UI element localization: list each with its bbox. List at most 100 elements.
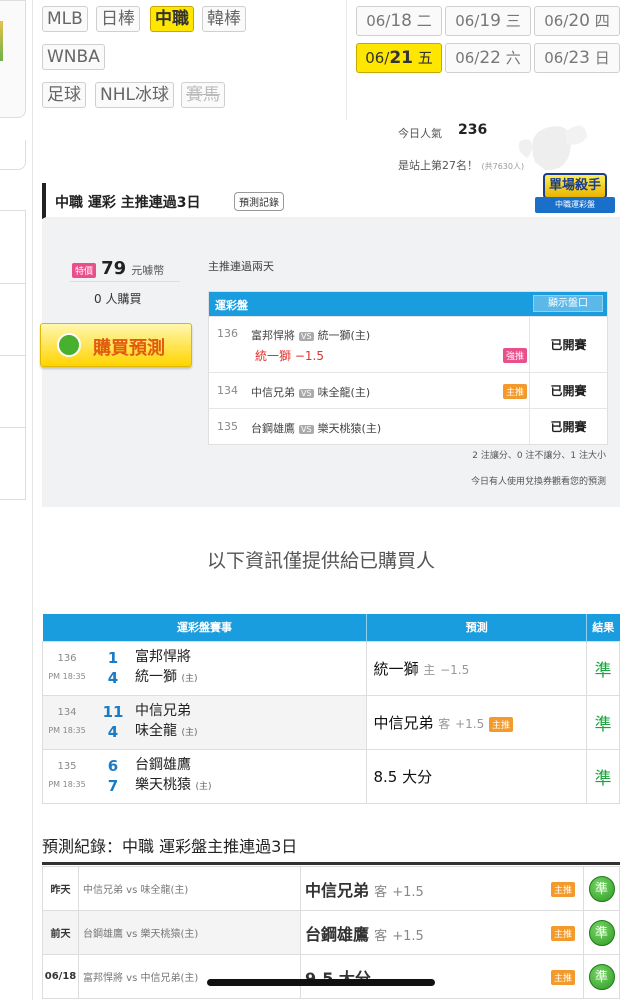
league-wnba[interactable]: WNBA: [42, 44, 105, 70]
results-row[interactable]: 134 PM 18:35 11 4 中信兄弟 味全龍 (主) 中信兄弟 客 +1.5 …: [41, 694, 620, 750]
history-result: 準: [583, 866, 620, 911]
home-team: 樂天桃猿: [135, 777, 191, 793]
price-unit: 元噱幣: [131, 264, 165, 277]
home-indicator[interactable]: [207, 979, 435, 986]
history-date: 昨天: [42, 866, 79, 911]
record-button[interactable]: 預測記錄: [234, 192, 284, 211]
odds-row[interactable]: 134 中信兄弟 VS 味全龍(主) 主推 已開賽: [209, 372, 607, 408]
results-row[interactable]: 136 PM 18:35 1 4 富邦悍將 統一獅 (主) 統一獅 主 −1.5 準: [41, 640, 620, 696]
ribbon-title: 單場殺手: [543, 173, 607, 199]
history-row[interactable]: 06/18 富邦悍將 vs 中信兄弟(主) 9.5 大分 主推 準: [42, 954, 620, 999]
popularity-label: 今日人氣: [398, 127, 442, 140]
sidebar-divider: [0, 427, 26, 428]
history-pick: 9.5 大分 主推: [300, 954, 584, 999]
pick-cell: 中信兄弟 客 +1.5 主推: [366, 694, 588, 750]
date-tab[interactable]: 06/18 二: [356, 6, 442, 36]
coin-icon: [57, 333, 81, 357]
buy-button-label: 購買預測: [93, 338, 165, 359]
game-status: 已開賽: [529, 373, 607, 408]
history-divider: [42, 862, 620, 865]
mascot-decoration: [518, 125, 587, 171]
date-month: 06/: [365, 49, 390, 67]
popularity-value: 236: [458, 122, 488, 138]
date-weekday: 五: [417, 49, 433, 67]
date-day: 19: [479, 11, 501, 31]
away-team: 中信兄弟: [135, 703, 191, 719]
match-cell: 134 PM 18:35 11 4 中信兄弟 味全龍 (主): [41, 694, 368, 750]
date-weekday: 日: [594, 49, 610, 67]
away-score: 6: [107, 757, 119, 775]
correct-icon: 準: [588, 963, 615, 990]
date-tab[interactable]: 06/19 三: [445, 6, 531, 36]
expert-panel: 中職 運彩 主推連過3日 預測記錄 單場殺手 中職運彩盤 特價 79 元噱幣 0…: [40, 173, 620, 507]
pick-side: 主: [423, 662, 436, 677]
show-odds-button[interactable]: 顯示盤口: [533, 295, 603, 312]
game-id: 136: [57, 653, 77, 664]
game-time: PM 18:35: [48, 726, 86, 735]
col-match: 運彩盤賽事: [42, 614, 368, 641]
game-pick: 統一獅 −1.5: [255, 349, 324, 363]
away-team: 富邦悍將: [135, 649, 191, 665]
history-result: 準: [583, 910, 620, 955]
history-match: 富邦悍將 vs 中信兄弟(主): [78, 954, 301, 999]
main-pick-badge: 主推: [550, 970, 575, 985]
history-row[interactable]: 前天 台鋼雄鷹 vs 樂天桃猿(主) 台鋼雄鷹 客 +1.5 主推 準: [42, 910, 620, 955]
home-team: 味全龍: [135, 723, 177, 739]
league-cpbl[interactable]: 中職: [150, 6, 194, 32]
voucher-notice: 今日有人使用兌換券觀看您的預測: [470, 477, 606, 487]
date-day: 20: [568, 11, 590, 31]
history-result: 準: [583, 954, 620, 999]
history-date: 06/18: [42, 954, 79, 999]
ribbon-subtitle: 中職運彩盤: [535, 197, 615, 213]
history-title: 預測紀錄：中職 運彩盤主推連過3日: [42, 837, 298, 856]
date-month: 06/: [366, 12, 391, 30]
pick-team: 台鋼雄鷹: [305, 924, 370, 944]
odds-table: 運彩盤 顯示盤口 136 富邦悍將 VS 統一獅(主) 統一獅 −1.5 強推 已開…: [208, 291, 608, 445]
history-match: 台鋼雄鷹 vs 樂天桃猿(主): [78, 910, 301, 955]
results-row[interactable]: 135 PM 18:35 6 7 台鋼雄鷹 樂天桃猿 (主) 8.5 大分 準: [41, 748, 620, 804]
pick-team: 8.5 大分: [373, 767, 433, 786]
game-id: 134: [57, 707, 77, 718]
sidebar-divider: [0, 283, 26, 284]
league-mlb[interactable]: MLB: [42, 6, 88, 32]
buy-prediction-button[interactable]: 購買預測: [40, 323, 192, 367]
date-tab[interactable]: 06/22 六: [445, 43, 531, 73]
date-tab[interactable]: 06/20 四: [534, 6, 620, 36]
pick-cell: 統一獅 主 −1.5: [366, 640, 588, 696]
history-row[interactable]: 昨天 中信兄弟 vs 味全龍(主) 中信兄弟 客 +1.5 主推 準: [42, 866, 620, 911]
game-teams: 中信兄弟 VS 味全龍(主): [251, 384, 370, 400]
odds-row[interactable]: 135 台鋼雄鷹 VS 樂天桃猿(主) 已開賽: [209, 408, 607, 444]
pick-line: +1.5: [455, 716, 485, 731]
buyers-only-notice: 以下資訊僅提供給已購買人: [206, 550, 435, 572]
date-tab-active[interactable]: 06/21 五: [356, 43, 442, 73]
buyers-count: 0 人購買: [94, 292, 142, 306]
league-nhl[interactable]: NHL冰球: [95, 82, 174, 108]
game-id: 135: [217, 420, 238, 433]
date-tab[interactable]: 06/23 日: [534, 43, 620, 73]
main-pick-badge: 主推: [503, 384, 528, 399]
date-month: 06/: [455, 12, 480, 30]
league-npb[interactable]: 日棒: [96, 6, 140, 32]
col-pick: 預測: [366, 614, 588, 641]
strong-pick-badge: 強推: [503, 348, 528, 363]
home-team: 味全龍(主): [317, 386, 371, 399]
sidebar-panel[interactable]: [0, 140, 26, 170]
main-pick-badge: 主推: [488, 716, 513, 732]
col-result: 結果: [586, 614, 620, 641]
odds-row[interactable]: 136 富邦悍將 VS 統一獅(主) 統一獅 −1.5 強推 已開賽: [209, 316, 607, 372]
sidebar-panel[interactable]: [0, 210, 26, 500]
league-kbo[interactable]: 韓棒: [202, 6, 246, 32]
date-weekday: 六: [505, 49, 521, 67]
pick-line: −1.5: [440, 662, 470, 677]
home-tag: (主): [181, 674, 198, 684]
pick-side: 客: [374, 928, 388, 944]
result-correct: 準: [586, 640, 620, 696]
game-status: 已開賽: [529, 317, 607, 372]
rank-text: 是站上第27名！: [398, 159, 478, 172]
vs-icon: VS: [299, 331, 314, 341]
pick-side: 客: [374, 884, 388, 900]
sidebar-panel[interactable]: [0, 0, 26, 118]
price-value: 79: [101, 258, 127, 279]
home-team: 樂天桃猿(主): [317, 422, 382, 435]
league-soccer[interactable]: 足球: [42, 82, 86, 108]
